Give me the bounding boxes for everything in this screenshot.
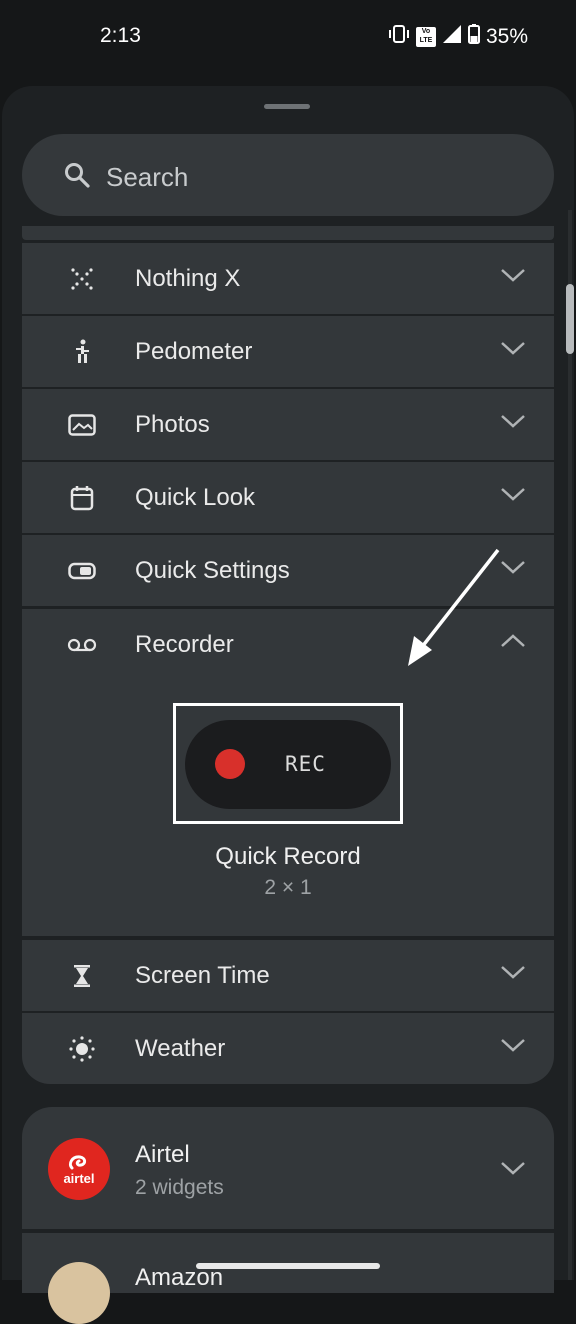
amazon-logo: [48, 1262, 110, 1324]
search-input[interactable]: Search: [106, 162, 188, 193]
toggle-icon: [66, 555, 98, 587]
voicemail-icon: [66, 629, 98, 661]
chevron-down-icon[interactable]: [500, 1160, 526, 1181]
widget-row-quick-settings[interactable]: Quick Settings: [22, 535, 554, 606]
scrollbar-thumb[interactable]: [566, 284, 574, 354]
status-bar: 2:13 Vo LTE 35%: [0, 0, 576, 76]
chevron-down-icon[interactable]: [500, 267, 526, 288]
widget-row-quick-look[interactable]: Quick Look: [22, 462, 554, 533]
app-widget-count: 2 widgets: [135, 1176, 224, 1199]
airtel-logo-text: airtel: [63, 1170, 95, 1186]
vibrate-icon: [388, 25, 410, 49]
chevron-down-icon[interactable]: [500, 1037, 526, 1058]
calendar-icon: [66, 482, 98, 514]
chevron-down-icon[interactable]: [500, 340, 526, 361]
widget-row-recorder[interactable]: Recorder: [22, 609, 554, 680]
nothing-x-icon: [66, 263, 98, 295]
battery-icon: [467, 24, 480, 50]
widget-row-label: Quick Look: [135, 484, 256, 511]
search-bar[interactable]: Search: [22, 134, 554, 216]
airtel-logo: airtel: [48, 1138, 110, 1200]
hourglass-icon: [66, 960, 98, 992]
widget-row-label: Recorder: [135, 631, 234, 658]
scroll-track: [568, 210, 572, 1280]
photo-icon: [66, 409, 98, 441]
battery-percent: 35%: [485, 25, 528, 48]
widget-row-label: Photos: [135, 411, 210, 438]
app-name: Airtel: [135, 1141, 190, 1168]
widget-row-screen-time[interactable]: Screen Time: [22, 940, 554, 1011]
widget-row-label: Weather: [135, 1035, 226, 1062]
search-icon: [64, 162, 90, 193]
volte-icon: Vo LTE: [415, 27, 436, 47]
chevron-up-icon[interactable]: [500, 633, 526, 654]
widget-row-label: Nothing X: [135, 265, 241, 292]
widget-row-photos[interactable]: Photos: [22, 389, 554, 460]
gesture-nav-bar[interactable]: [196, 1263, 380, 1269]
widget-size: 2 × 1: [264, 876, 312, 899]
widget-row-pedometer[interactable]: Pedometer: [22, 316, 554, 387]
sun-icon: [66, 1033, 98, 1065]
chevron-down-icon[interactable]: [500, 486, 526, 507]
signal-icon: [442, 24, 462, 50]
widget-row-label: Pedometer: [135, 338, 253, 365]
list-top-edge: [22, 226, 554, 240]
widget-row-label: Screen Time: [135, 962, 270, 989]
widget-row-nothing-x[interactable]: Nothing X: [22, 243, 554, 314]
walking-person-icon: [66, 336, 98, 368]
chevron-down-icon[interactable]: [500, 964, 526, 985]
widget-row-weather[interactable]: Weather: [22, 1013, 554, 1084]
drag-handle[interactable]: [264, 104, 310, 109]
chevron-down-icon[interactable]: [500, 559, 526, 580]
widget-row-label: Quick Settings: [135, 557, 290, 584]
widget-name: Quick Record: [215, 843, 361, 870]
chevron-down-icon[interactable]: [500, 413, 526, 434]
status-time: 2:13: [100, 24, 141, 47]
status-icons: Vo LTE 35%: [388, 24, 528, 50]
highlight-frame: [173, 703, 403, 824]
